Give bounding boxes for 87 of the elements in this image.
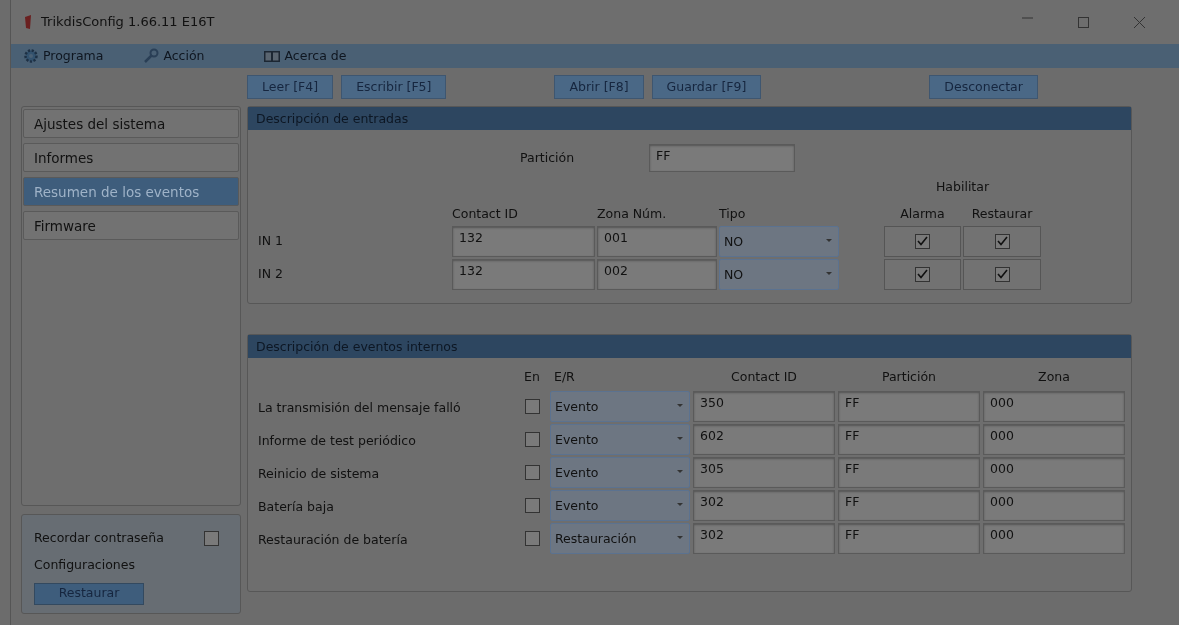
column-header: Zona	[1037, 368, 1071, 386]
book-icon	[262, 49, 281, 63]
type-dropdown[interactable]: NO	[719, 225, 839, 257]
alarm-checkbox[interactable]	[915, 266, 930, 282]
partition-label: Partición	[520, 148, 575, 167]
wrench-icon	[143, 48, 160, 64]
zone-field[interactable]: 000	[983, 522, 1125, 554]
contact-id-field[interactable]: 350	[693, 390, 835, 422]
menu-item[interactable]: Acción	[143, 46, 205, 66]
dropdown-arrow-icon	[826, 238, 832, 243]
enable-checkbox[interactable]	[524, 497, 540, 513]
column-header: Restaurar	[970, 204, 1034, 223]
column-header: E/R	[553, 368, 576, 386]
window-title: TrikdisConfig 1.66.11 E16T	[41, 13, 215, 32]
column-header: Contact ID	[452, 204, 519, 223]
row-label: IN 2	[258, 264, 284, 283]
dropdown-arrow-icon	[677, 469, 683, 474]
event-type-dropdown[interactable]: Evento	[550, 390, 690, 422]
contact-id-field[interactable]: 305	[693, 456, 835, 488]
event-type-dropdown[interactable]: Restauración	[550, 522, 690, 554]
dropdown-arrow-icon	[677, 403, 683, 408]
toolbar-button[interactable]: Leer [F4]	[247, 75, 334, 99]
app-logo-icon	[23, 15, 33, 29]
alarm-checkbox[interactable]	[915, 233, 930, 249]
partition-field[interactable]: FF	[838, 522, 980, 554]
column-header: En	[523, 368, 541, 386]
event-label: La transmisión del mensaje falló	[258, 398, 462, 417]
column-header: Partición	[880, 368, 938, 386]
enable-checkbox[interactable]	[524, 530, 540, 546]
column-header: Tipo	[719, 204, 747, 223]
contact-id-field[interactable]: 302	[693, 489, 835, 521]
contact-id-field[interactable]: 602	[693, 423, 835, 455]
section-header: Descripción de entradas	[248, 107, 1131, 130]
zone-field[interactable]: 001	[597, 225, 717, 257]
zone-field[interactable]: 000	[983, 456, 1125, 488]
dropdown-arrow-icon	[826, 271, 832, 276]
restore-button[interactable]: Restaurar	[34, 582, 144, 605]
event-label: Reinicio de sistema	[258, 464, 381, 483]
dropdown-arrow-icon	[677, 502, 683, 507]
menu-item[interactable]: Acerca de	[262, 46, 347, 66]
row-label: IN 1	[258, 231, 284, 250]
enable-checkbox[interactable]	[524, 464, 540, 480]
dropdown-arrow-icon	[677, 535, 683, 540]
toolbar-button[interactable]: Escribir [F5]	[341, 75, 447, 99]
partition-field[interactable]: FF	[838, 390, 980, 422]
toolbar-button[interactable]: Desconectar	[929, 75, 1038, 99]
contact-id-field[interactable]: 132	[452, 225, 595, 257]
remember-password-label: Recordar contraseña	[34, 529, 164, 547]
restore-checkbox[interactable]	[994, 266, 1010, 282]
dropdown-arrow-icon	[677, 436, 683, 441]
maximize-icon[interactable]	[1077, 16, 1089, 28]
close-icon[interactable]	[1133, 16, 1145, 28]
column-header: Zona Núm.	[597, 204, 668, 223]
restore-checkbox[interactable]	[994, 233, 1010, 249]
column-header: Contact ID	[730, 368, 798, 386]
sidebar-item[interactable]: Resumen de los eventos	[23, 177, 239, 206]
section-header: Descripción de eventos internos	[248, 335, 1131, 358]
event-type-dropdown[interactable]: Evento	[550, 423, 690, 455]
sidebar-item[interactable]: Ajustes del sistema	[23, 109, 239, 138]
event-type-dropdown[interactable]: Evento	[550, 489, 690, 521]
remember-password-checkbox[interactable]	[204, 530, 219, 546]
zone-field[interactable]: 000	[983, 390, 1125, 422]
contact-id-field[interactable]: 302	[693, 522, 835, 554]
partition-field[interactable]: FF	[838, 423, 980, 455]
event-type-dropdown[interactable]: Evento	[550, 456, 690, 488]
event-label: Informe de test periódico	[258, 431, 417, 450]
menu-item[interactable]: Programa	[23, 46, 104, 66]
enable-checkbox[interactable]	[524, 398, 540, 414]
column-header: Alarma	[899, 204, 946, 223]
event-label: Batería baja	[258, 497, 335, 516]
configurations-label: Configuraciones	[34, 555, 136, 574]
enable-checkbox[interactable]	[524, 431, 540, 447]
partition-field[interactable]: FF	[649, 144, 796, 172]
gear-icon	[23, 48, 39, 64]
toolbar-button[interactable]: Guardar [F9]	[651, 75, 762, 99]
zone-field[interactable]: 000	[983, 423, 1125, 455]
sidebar-item[interactable]: Informes	[23, 143, 239, 172]
partition-field[interactable]: FF	[838, 456, 980, 488]
sidebar-item[interactable]: Firmware	[23, 211, 239, 240]
event-label: Restauración de batería	[258, 530, 409, 549]
zone-field[interactable]: 002	[597, 258, 717, 290]
type-dropdown[interactable]: NO	[719, 258, 839, 290]
zone-field[interactable]: 000	[983, 489, 1125, 521]
toolbar-button[interactable]: Abrir [F8]	[554, 75, 644, 99]
contact-id-field[interactable]: 132	[452, 258, 595, 290]
enable-label: Habilitar	[934, 178, 991, 196]
partition-field[interactable]: FF	[838, 489, 980, 521]
